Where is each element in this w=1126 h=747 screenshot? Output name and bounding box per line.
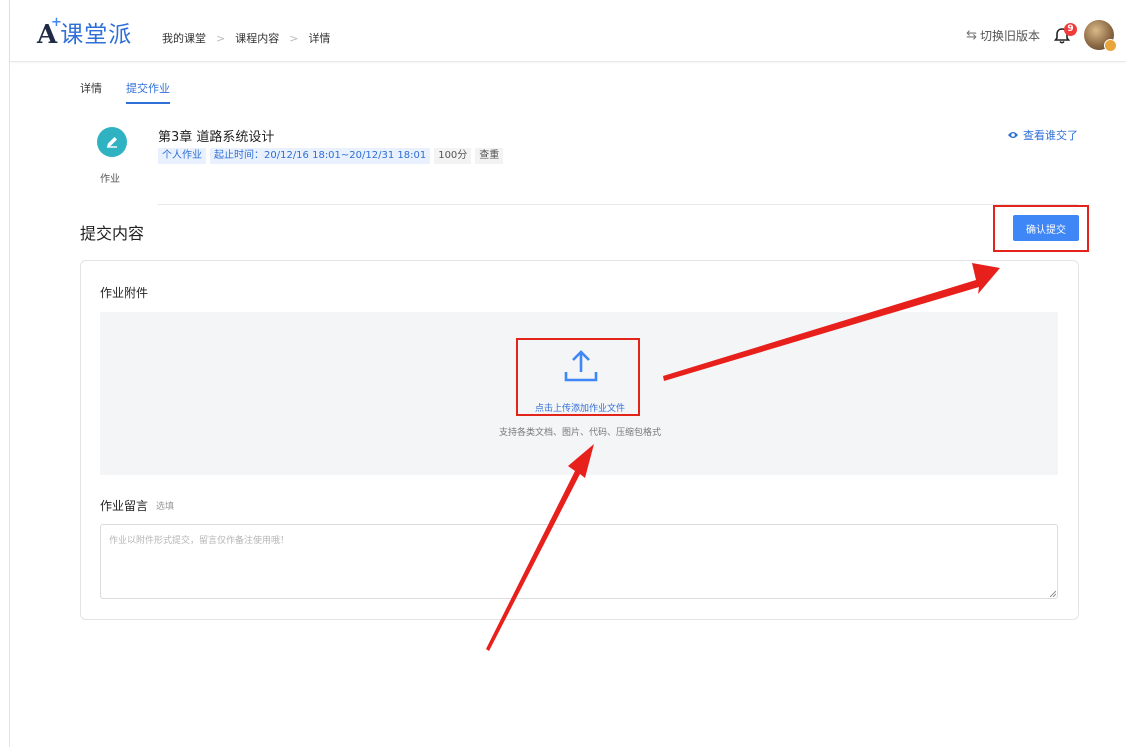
- tab-detail[interactable]: 详情: [80, 80, 102, 104]
- chevron-right-icon: >: [289, 31, 299, 45]
- section-divider: [158, 204, 1078, 205]
- view-submitted-link[interactable]: 查看谁交了: [1007, 127, 1078, 143]
- message-label-text: 作业留言: [100, 499, 149, 513]
- message-optional-hint: 选填: [156, 502, 175, 512]
- tag-plagiarism-check: 查重: [475, 148, 504, 164]
- homework-icon-label: 作业: [100, 174, 120, 185]
- notification-badge: 9: [1064, 23, 1077, 36]
- top-header: A + 课堂派 我的课堂 > 课程内容 > 详情 ⇆ 切换旧版本 9: [10, 0, 1126, 62]
- page-left-border: [9, 0, 10, 747]
- notification-bell[interactable]: 9: [1052, 23, 1077, 47]
- switch-version-link[interactable]: ⇆ 切换旧版本: [966, 27, 1040, 44]
- attachment-label: 作业附件: [100, 286, 149, 300]
- message-label: 作业留言 选填: [100, 497, 174, 514]
- view-submitted-label: 查看谁交了: [1023, 129, 1078, 142]
- breadcrumb-my-class[interactable]: 我的课堂: [162, 30, 206, 46]
- app-logo[interactable]: A + 课堂派: [37, 15, 133, 50]
- submit-section-title: 提交内容: [80, 224, 145, 243]
- annotation-box-confirm: [993, 205, 1089, 252]
- logo-a-mark: A +: [37, 15, 62, 50]
- breadcrumb-course-content[interactable]: 课程内容: [235, 30, 279, 46]
- swap-icon: ⇆: [966, 27, 977, 43]
- breadcrumb: 我的课堂 > 课程内容 > 详情: [162, 30, 330, 46]
- chevron-right-icon: >: [216, 31, 226, 45]
- eye-icon: [1007, 130, 1019, 140]
- tag-assignment-type: 个人作业: [158, 148, 206, 164]
- tab-submit-homework[interactable]: 提交作业: [126, 80, 170, 104]
- breadcrumb-detail: 详情: [308, 32, 331, 45]
- pencil-icon: [107, 137, 117, 148]
- tag-score: 100分: [434, 148, 472, 164]
- upload-format-hint: 支持各类文档、图片、代码、压缩包格式: [498, 428, 661, 438]
- annotation-box-upload: [516, 338, 640, 416]
- tab-bar: 详情 提交作业: [80, 80, 194, 104]
- message-textarea[interactable]: [100, 524, 1058, 599]
- header-right: ⇆ 切换旧版本 9: [966, 20, 1117, 52]
- user-avatar[interactable]: [1084, 20, 1117, 52]
- logo-text: 课堂派: [60, 21, 133, 48]
- tag-time-range: 起止时间：20/12/16 18:01~20/12/31 18:01: [210, 148, 431, 164]
- homework-icon: [97, 127, 127, 157]
- switch-version-label: 切换旧版本: [979, 28, 1040, 43]
- resize-grip-icon[interactable]: [1049, 590, 1056, 597]
- assignment-title: 第3章 道路系统设计: [158, 130, 275, 145]
- assignment-tags: 个人作业 起止时间：20/12/16 18:01~20/12/31 18:01 …: [158, 148, 507, 164]
